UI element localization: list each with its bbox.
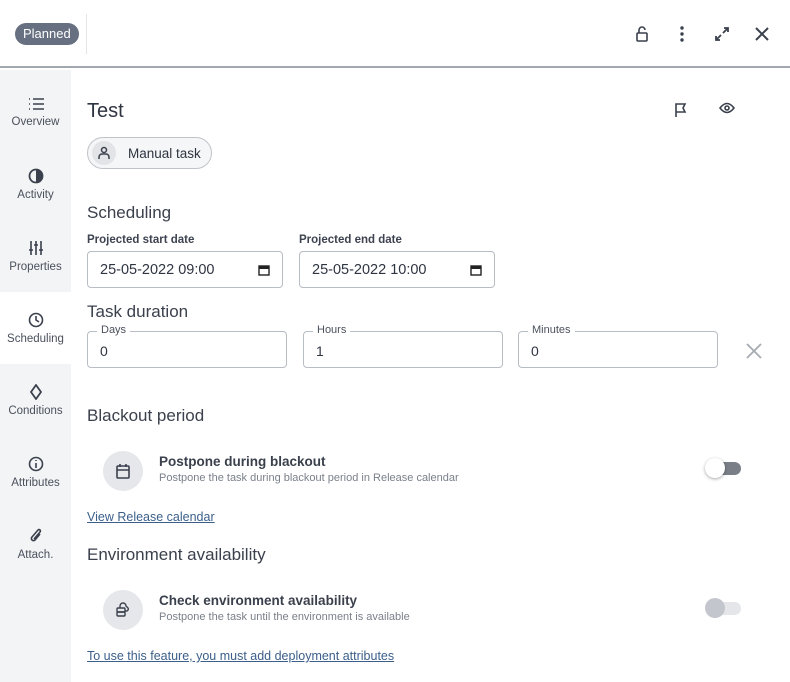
blackout-toggle[interactable] xyxy=(705,458,743,478)
header: Planned xyxy=(0,0,790,68)
hours-label: Hours xyxy=(313,324,351,336)
minutes-value: 0 xyxy=(531,343,539,359)
expand-icon[interactable] xyxy=(712,24,732,44)
sidebar-item-activity[interactable]: Activity xyxy=(0,148,71,220)
view-release-calendar-link[interactable]: View Release calendar xyxy=(87,510,215,524)
watch-icon[interactable] xyxy=(717,98,737,118)
task-type-chip[interactable]: Manual task xyxy=(87,137,212,169)
sidebar-item-properties[interactable]: Properties xyxy=(0,220,71,292)
paperclip-icon xyxy=(30,528,41,541)
end-date-label: Projected end date xyxy=(299,234,402,246)
minutes-label: Minutes xyxy=(528,324,575,336)
end-date-input[interactable]: 25-05-2022 10:00 xyxy=(299,251,495,288)
sidebar-item-overview[interactable]: Overview xyxy=(0,76,71,148)
environment-title: Check environment availability xyxy=(159,593,358,608)
task-title: Test xyxy=(87,100,124,122)
diamond-icon xyxy=(29,383,42,400)
sidebar-item-label: Properties xyxy=(9,260,62,273)
end-date-value: 25-05-2022 10:00 xyxy=(312,261,427,278)
hours-value: 1 xyxy=(316,343,324,359)
days-input[interactable]: Days 0 xyxy=(87,324,287,368)
environment-icon xyxy=(103,590,143,630)
hours-input[interactable]: Hours 1 xyxy=(303,324,503,368)
days-value: 0 xyxy=(100,343,108,359)
close-icon[interactable] xyxy=(752,24,772,44)
start-date-label: Projected start date xyxy=(87,234,195,246)
sidebar-item-label: Attach. xyxy=(17,548,54,561)
sidebar-item-label: Conditions xyxy=(8,404,63,417)
sliders-icon xyxy=(28,240,43,255)
blackout-subtitle: Postpone the task during blackout period… xyxy=(159,472,459,484)
clock-icon xyxy=(28,312,43,327)
sidebar-item-scheduling[interactable]: Scheduling xyxy=(0,292,71,364)
sidebar-item-label: Scheduling xyxy=(7,332,64,345)
sidebar: Overview Activity Properties Scheduling … xyxy=(0,70,71,682)
sidebar-item-label: Activity xyxy=(17,188,54,201)
blackout-title: Postpone during blackout xyxy=(159,454,326,469)
status-badge: Planned xyxy=(15,23,79,45)
minutes-input[interactable]: Minutes 0 xyxy=(518,324,718,368)
scheduling-heading: Scheduling xyxy=(87,203,172,222)
deployment-attributes-link[interactable]: To use this feature, you must add deploy… xyxy=(87,649,394,663)
more-options-icon[interactable] xyxy=(672,24,692,44)
task-type-label: Manual task xyxy=(128,145,201,161)
sidebar-item-label: Overview xyxy=(11,115,60,128)
blackout-heading: Blackout period xyxy=(87,406,205,425)
divider xyxy=(86,14,87,54)
sidebar-item-attachments[interactable]: Attach. xyxy=(0,508,71,580)
sidebar-item-conditions[interactable]: Conditions xyxy=(0,364,71,436)
environment-subtitle: Postpone the task until the environment … xyxy=(159,611,410,623)
calendar-icon xyxy=(103,451,143,491)
start-date-value: 25-05-2022 09:00 xyxy=(100,261,215,278)
sidebar-item-label: Attributes xyxy=(11,476,60,489)
info-icon xyxy=(28,456,43,471)
activity-icon xyxy=(28,168,43,183)
task-duration-heading: Task duration xyxy=(87,302,189,321)
clear-duration-icon[interactable] xyxy=(744,341,764,361)
environment-heading: Environment availability xyxy=(87,545,266,564)
calendar-icon[interactable] xyxy=(470,264,482,276)
start-date-input[interactable]: 25-05-2022 09:00 xyxy=(87,251,283,288)
user-icon xyxy=(92,141,116,165)
days-label: Days xyxy=(97,324,131,336)
sidebar-item-attributes[interactable]: Attributes xyxy=(0,436,71,508)
list-icon xyxy=(28,97,44,110)
flag-icon[interactable] xyxy=(671,100,691,120)
lock-icon[interactable] xyxy=(632,24,652,44)
environment-toggle[interactable] xyxy=(705,598,743,618)
calendar-icon[interactable] xyxy=(258,264,270,276)
